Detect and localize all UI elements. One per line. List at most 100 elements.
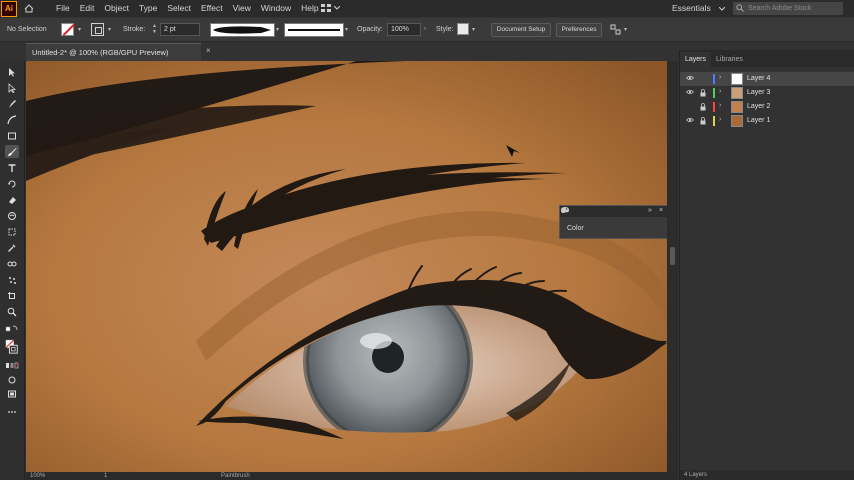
lock-icon[interactable] — [700, 89, 706, 97]
stroke-weight-field[interactable]: 2 pt — [160, 23, 200, 36]
visibility-eye-icon[interactable] — [686, 89, 694, 95]
free-transform-tool-icon[interactable] — [5, 225, 19, 238]
warp-tool-icon[interactable] — [5, 209, 19, 222]
layer-thumbnail — [731, 87, 743, 99]
chevron-right-icon[interactable]: › — [719, 102, 721, 109]
chevron-down-icon[interactable]: ▾ — [345, 26, 348, 33]
symbol-sprayer-tool-icon[interactable] — [5, 273, 19, 286]
chevron-down-icon[interactable]: ▾ — [108, 26, 111, 33]
chevron-right-icon[interactable]: › — [719, 88, 721, 95]
opacity-field[interactable]: 100% — [387, 23, 421, 36]
layer-name[interactable]: Layer 2 — [747, 100, 770, 114]
fill-swatch[interactable] — [61, 23, 74, 36]
color-panel: » × Color — [559, 205, 667, 239]
type-tool-icon[interactable] — [5, 161, 19, 174]
blend-tool-icon[interactable] — [5, 257, 19, 270]
arrange-documents-icon[interactable] — [610, 24, 621, 35]
menu-type[interactable]: Type — [134, 0, 162, 17]
chevron-right-icon[interactable]: › — [719, 116, 721, 123]
eyedropper-tool-icon[interactable] — [5, 241, 19, 254]
chevron-down-icon[interactable]: ▾ — [624, 26, 627, 33]
eraser-tool-icon[interactable] — [5, 193, 19, 206]
chevron-right-icon[interactable]: › — [424, 26, 426, 32]
chevron-down-icon[interactable]: ▾ — [276, 26, 279, 33]
layer-name[interactable]: Layer 3 — [747, 86, 770, 100]
zoom-level[interactable]: 100% — [30, 472, 45, 480]
document-setup-button[interactable]: Document Setup — [491, 23, 551, 37]
tab-layers[interactable]: Layers — [680, 52, 712, 67]
curvature-tool-icon[interactable] — [5, 113, 19, 126]
document-tab[interactable]: Untitled-2* @ 100% (RGB/GPU Preview) — [26, 43, 201, 61]
layer-thumbnail — [731, 73, 743, 85]
vertical-scrollbar[interactable] — [667, 61, 678, 472]
artboard-canvas[interactable]: » × Color — [26, 61, 667, 472]
layers-footer: 4 Layers — [680, 470, 854, 480]
home-icon[interactable] — [21, 1, 37, 17]
stepper-arrows-icon[interactable]: ▲ ▼ — [152, 23, 157, 35]
tab-libraries[interactable]: Libraries — [711, 52, 748, 67]
zoom-tool-icon[interactable] — [5, 305, 19, 318]
paintbrush-tool-icon[interactable] — [5, 145, 19, 158]
collapse-icon[interactable]: » — [648, 207, 652, 214]
graphic-style-swatch[interactable] — [457, 23, 469, 35]
grid-icon — [321, 4, 331, 12]
menu-edit[interactable]: Edit — [75, 0, 100, 17]
color-mode-icon[interactable] — [5, 359, 19, 372]
brush-stroke-preview — [213, 26, 271, 34]
color-panel-header[interactable]: » × — [560, 206, 667, 217]
chevron-down-icon[interactable]: ▾ — [472, 26, 475, 33]
menu-select[interactable]: Select — [162, 0, 196, 17]
direct-selection-tool-icon[interactable] — [5, 81, 19, 94]
more-tools-icon[interactable] — [5, 405, 19, 418]
chevron-down-icon[interactable]: ▾ — [78, 26, 81, 33]
menu-window[interactable]: Window — [256, 0, 296, 17]
variable-width-profile[interactable] — [210, 23, 275, 37]
fill-stroke-indicator[interactable] — [5, 337, 19, 357]
artboard-tool-icon[interactable] — [5, 289, 19, 302]
menu-items: File Edit Object Type Select Effect View… — [51, 0, 324, 17]
workspace-selector[interactable]: Essentials — [672, 0, 726, 17]
palette-icon — [561, 207, 569, 213]
menu-object[interactable]: Object — [99, 0, 134, 17]
visibility-eye-icon[interactable] — [686, 75, 694, 81]
preferences-label: Preferences — [561, 26, 597, 33]
workspace-switcher[interactable] — [320, 2, 342, 14]
menu-view[interactable]: View — [228, 0, 256, 17]
stroke-label: Stroke: — [123, 26, 146, 33]
lock-icon[interactable] — [700, 103, 706, 111]
lock-icon[interactable] — [700, 117, 706, 125]
menu-file[interactable]: File — [51, 0, 75, 17]
menu-bar: Ai File Edit Object Type Select Effect V… — [0, 0, 854, 17]
selection-tool-icon[interactable] — [5, 65, 19, 78]
brush-definition[interactable] — [284, 23, 344, 37]
workspace-label: Essentials — [672, 3, 711, 13]
color-panel-tab[interactable]: Color — [560, 207, 667, 239]
stroke-weight-value: 2 pt — [164, 26, 176, 33]
chevron-down-icon — [718, 6, 726, 11]
menu-effect[interactable]: Effect — [196, 0, 228, 17]
artboard-number[interactable]: 1 — [104, 472, 107, 480]
preferences-button[interactable]: Preferences — [556, 23, 602, 37]
screen-mode-icon[interactable] — [5, 387, 19, 400]
stroke-swatch[interactable] — [91, 23, 104, 36]
layer-row[interactable]: › Layer 2 — [680, 100, 854, 114]
layer-name[interactable]: Layer 1 — [747, 114, 770, 128]
scrollbar-thumb[interactable] — [670, 247, 675, 265]
swap-fill-stroke-icon[interactable] — [5, 322, 19, 335]
visibility-eye-icon[interactable] — [686, 117, 694, 123]
drawing-mode-icon[interactable] — [5, 373, 19, 386]
pen-tool-icon[interactable] — [5, 97, 19, 110]
rotate-tool-icon[interactable] — [5, 177, 19, 190]
rectangle-tool-icon[interactable] — [5, 129, 19, 142]
style-label: Style: — [436, 26, 454, 33]
stock-search-input[interactable]: Search Adobe Stock — [733, 2, 843, 15]
layer-color-indicator — [713, 116, 715, 126]
close-icon[interactable]: × — [206, 46, 211, 55]
layer-row[interactable]: › Layer 4 — [680, 72, 854, 86]
close-icon[interactable]: × — [659, 207, 663, 214]
layer-name[interactable]: Layer 4 — [747, 72, 770, 86]
layer-row[interactable]: › Layer 3 — [680, 86, 854, 100]
chevron-right-icon[interactable]: › — [719, 74, 721, 81]
layer-row[interactable]: › Layer 1 — [680, 114, 854, 128]
tools-panel — [0, 61, 25, 480]
